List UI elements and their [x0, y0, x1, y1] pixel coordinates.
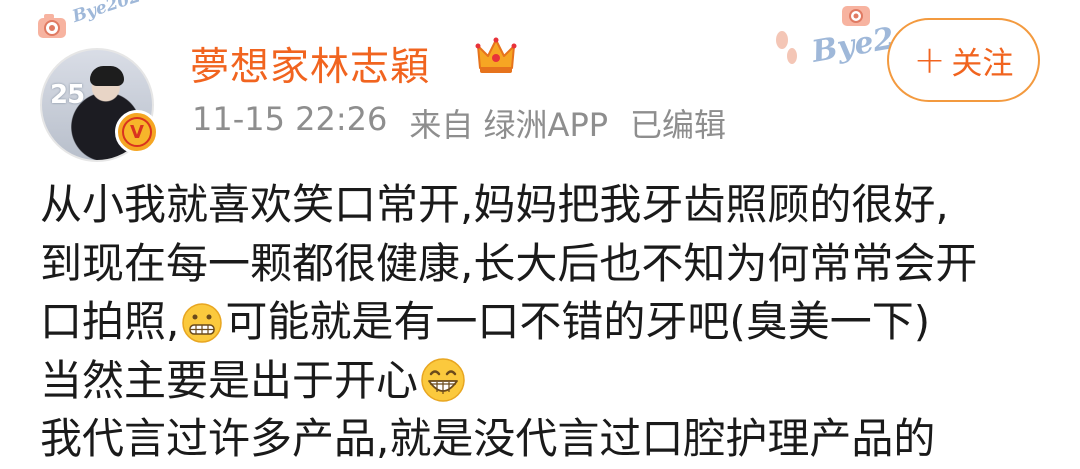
grimace-emoji-icon — [182, 303, 223, 343]
post-source[interactable]: 来自 绿洲APP — [409, 100, 608, 146]
content-text: 口拍照, — [40, 297, 180, 346]
content-line: 从小我就喜欢笑口常开,妈妈把我牙齿照顾的很好, — [40, 180, 949, 229]
content-line-with-emoji: 当然主要是出于开心 — [40, 352, 1050, 411]
camera-decoration-icon — [842, 6, 870, 26]
avatar-number: 25 — [50, 80, 85, 110]
author-name[interactable]: 夢想家林志穎 — [190, 36, 430, 92]
content-line: 到现在每一颗都很健康,长大后也不知为何常常会开 — [40, 238, 978, 288]
follow-label: 关注 — [951, 45, 1014, 82]
avatar-container[interactable]: 25 V — [40, 48, 159, 162]
crown-icon — [475, 37, 517, 73]
card-decoration: Bye2 — [776, 6, 897, 70]
plus-icon: + — [913, 38, 946, 82]
verified-badge-letter: V — [122, 117, 152, 147]
grin-emoji-icon — [421, 357, 465, 402]
follow-button[interactable]: + 关注 — [887, 18, 1040, 102]
edited-label[interactable]: 已编辑 — [630, 100, 726, 146]
post-content: 从小我就喜欢笑口常开,妈妈把我牙齿照顾的很好, 到现在每一颗都很健康,长大后也不… — [40, 176, 1050, 469]
content-text: 可能就是有一口不错的牙吧(臭美一下) — [225, 297, 931, 346]
post-meta: 11-15 22:26 来自 绿洲APP 已编辑 — [192, 100, 726, 146]
decoration-text: Bye2 — [808, 21, 897, 70]
verified-v-icon: V — [115, 110, 159, 154]
content-line-with-emoji: 口拍照, 可能就是有一口不错的牙吧(臭美一下) — [40, 293, 1050, 352]
content-line: 我代言过许多产品,就是没代言过口腔护理产品的 — [40, 414, 936, 463]
camera-pendant-icon — [38, 14, 66, 38]
avatar-pendant-text: Bye2020 — [70, 0, 155, 28]
avatar-figure — [90, 66, 124, 86]
post-time[interactable]: 11-15 22:26 — [192, 100, 387, 146]
content-text: 当然主要是出于开心 — [40, 355, 419, 405]
weibo-post: 25 V Bye2020 夢想家林志穎 11-15 22:26 来自 绿洲APP… — [0, 0, 1080, 463]
